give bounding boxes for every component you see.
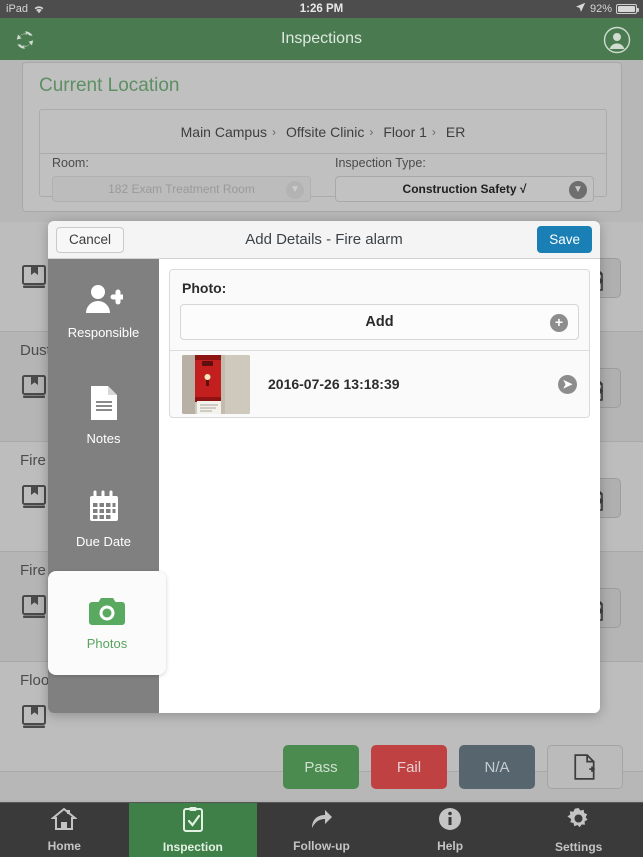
tab-settings[interactable]: Settings [514,803,643,857]
room-select[interactable]: 182 Exam Treatment Room ▼ [52,176,311,202]
location-arrow-icon [575,2,586,16]
sidebar-item-photos[interactable]: Photos [48,571,166,675]
status-bar-time: 1:26 PM [299,3,344,15]
inspection-type-value: Construction Safety √ [402,182,527,196]
na-button[interactable]: N/A [459,745,535,789]
tab-follow-up[interactable]: Follow-up [257,803,386,857]
book-icon[interactable] [20,264,48,290]
breadcrumb-item-floor-1[interactable]: Floor 1 [383,124,427,140]
room-value: 182 Exam Treatment Room [108,182,255,196]
breadcrumb: Main Campus › Offsite Clinic › Floor 1 ›… [40,110,606,154]
room-label: Room: [52,156,89,170]
modal-header: Cancel Add Details - Fire alarm Save [48,221,600,259]
list-item-label: Dust [20,342,51,359]
fail-button[interactable]: Fail [371,745,447,789]
breadcrumb-separator: › [369,124,374,139]
breadcrumb-item-main-campus[interactable]: Main Campus [181,124,267,140]
inspection-type-select[interactable]: Construction Safety √ ▼ [335,176,594,202]
list-item[interactable]: 2016-07-26 13:18:39 ➤ [170,350,589,417]
pass-button[interactable]: Pass [283,745,359,789]
device-name: iPad [6,3,29,15]
add-document-icon[interactable] [547,745,623,789]
add-photo-label: Add [365,314,394,330]
add-details-modal: Cancel Add Details - Fire alarm Save Res… [48,221,600,713]
status-bar-right: 92% [575,2,639,16]
current-location-card: Current Location Main Campus › Offsite C… [22,62,622,212]
app-root: iPad 1:26 PM 92% Inspections Current Loc… [0,0,643,857]
photo-panel-heading: Photo: [182,280,227,296]
tab-label: Follow-up [293,839,350,853]
sidebar-item-label: Responsible [67,324,140,340]
tab-label: Help [437,839,464,853]
photo-panel: Photo: Add + 2016-07-26 13:18:39 ➤ [169,269,590,418]
wifi-icon [33,4,45,14]
modal-content-photos: Photo: Add + 2016-07-26 13:18:39 ➤ [159,259,600,713]
location-details-box: Main Campus › Offsite Clinic › Floor 1 ›… [39,109,607,202]
calendar-icon [87,490,121,529]
app-navbar: Inspections [0,18,643,60]
ios-status-bar: iPad 1:26 PM 92% [0,0,643,18]
list-item-label: Fire [20,562,46,579]
location-fields: Room: 182 Exam Treatment Room ▼ Inspecti… [40,154,606,202]
book-icon[interactable] [20,594,48,620]
photo-thumbnail [182,354,250,414]
sidebar-item-label: Due Date [76,533,131,549]
sidebar-item-due-date[interactable]: Due Date [48,467,159,571]
book-icon[interactable] [20,484,48,510]
room-field: Room: 182 Exam Treatment Room ▼ [40,154,323,202]
cancel-button[interactable]: Cancel [56,227,125,253]
tab-label: Home [47,839,81,853]
book-icon[interactable] [20,374,48,400]
tab-label: Settings [555,839,603,854]
sidebar-item-responsible[interactable]: Responsible [48,259,159,363]
sidebar-item-label: Notes [86,430,121,446]
document-lines-icon [88,385,120,426]
battery-icon [616,4,639,14]
modal-title: Add Details - Fire alarm [245,231,403,248]
chevron-down-icon: ▼ [286,181,304,199]
breadcrumb-item-offsite-clinic[interactable]: Offsite Clinic [286,124,364,140]
home-icon [50,807,79,836]
chevron-right-icon[interactable]: ➤ [558,375,577,394]
plus-circle-icon: + [550,314,568,332]
modal-body: Responsible Notes Due Date Photos Photo:… [48,259,600,713]
breadcrumb-item-er[interactable]: ER [446,124,465,140]
status-bar-left: iPad [6,3,45,15]
add-photo-button[interactable]: Add + [180,304,579,340]
chevron-down-icon: ▼ [569,181,587,199]
tab-home[interactable]: Home [0,803,129,857]
add-person-icon [85,283,125,320]
battery-percent: 92% [589,3,612,15]
arrow-forward-icon [308,807,334,836]
inspection-type-field: Inspection Type: Construction Safety √ ▼ [323,154,606,202]
tab-label: Inspection [162,840,223,854]
clipboard-check-icon [181,806,205,837]
current-location-title: Current Location [39,75,180,96]
sidebar-item-label: Photos [86,635,128,651]
modal-sidebar: Responsible Notes Due Date Photos [48,259,166,713]
account-avatar-icon[interactable] [603,26,631,54]
refresh-icon[interactable] [12,27,38,53]
gear-icon [566,807,591,837]
tab-help[interactable]: Help [386,803,515,857]
camera-icon [88,596,126,631]
verdict-button-group: Pass Fail N/A [283,745,623,789]
list-item-label: Fire [20,452,46,469]
bottom-tab-bar: Home Inspection Follow-up Help Settings [0,802,643,857]
breadcrumb-separator: › [431,124,436,139]
page-title: Inspections [281,30,362,47]
photo-timestamp: 2016-07-26 13:18:39 [268,376,400,392]
inspection-type-label: Inspection Type: [335,156,426,170]
breadcrumb-separator: › [272,124,276,139]
book-icon[interactable] [20,704,48,730]
save-button[interactable]: Save [537,226,592,253]
info-icon [438,807,462,836]
tab-inspection[interactable]: Inspection [128,803,258,857]
sidebar-item-notes[interactable]: Notes [48,363,159,467]
